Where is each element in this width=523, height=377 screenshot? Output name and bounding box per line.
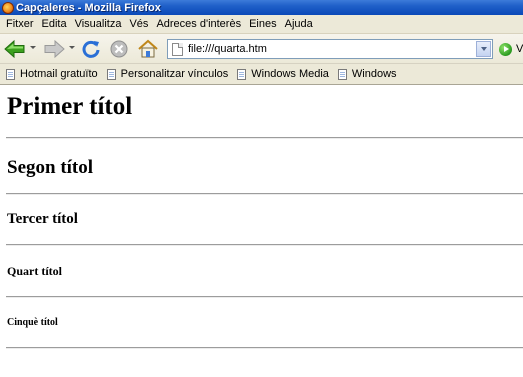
window-title: Capçaleres - Mozilla Firefox xyxy=(16,1,161,14)
reload-icon xyxy=(82,40,100,58)
bookmark-page-icon xyxy=(237,68,247,80)
forward-arrow-icon xyxy=(44,39,65,59)
url-history-dropdown[interactable] xyxy=(476,41,491,57)
url-input[interactable] xyxy=(188,41,476,57)
bookmark-hotmail[interactable]: Hotmail gratuïto xyxy=(6,68,98,80)
heading-1: Primer títol xyxy=(7,93,133,120)
menu-ves[interactable]: Vés xyxy=(125,16,152,33)
page-content: Primer títol Segon títol Tercer títol Qu… xyxy=(0,86,523,377)
chevron-down-icon xyxy=(480,47,487,51)
reload-button[interactable] xyxy=(79,37,103,61)
go-arrow-icon xyxy=(499,42,512,56)
forward-history-dropdown[interactable] xyxy=(69,46,75,49)
horizontal-rule xyxy=(6,244,523,246)
bookmark-page-icon xyxy=(337,68,347,80)
menu-visualitza[interactable]: Visualitza xyxy=(71,16,126,33)
menu-fitxer[interactable]: Fitxer xyxy=(2,16,38,33)
bookmark-label: Hotmail gratuïto xyxy=(20,68,98,80)
stop-icon xyxy=(110,40,128,58)
heading-3: Tercer títol xyxy=(7,211,78,227)
menu-edita[interactable]: Edita xyxy=(38,16,71,33)
horizontal-rule xyxy=(6,296,523,298)
horizontal-rule xyxy=(6,193,523,195)
bookmark-windows[interactable]: Windows xyxy=(337,68,397,80)
go-label: V xyxy=(516,43,523,55)
back-history-dropdown[interactable] xyxy=(30,46,36,49)
menu-eines[interactable]: Eines xyxy=(245,16,281,33)
back-arrow-icon xyxy=(4,39,25,59)
bookmark-windows-media[interactable]: Windows Media xyxy=(237,68,329,80)
bookmark-label: Windows Media xyxy=(251,68,329,80)
forward-button[interactable] xyxy=(42,37,66,61)
heading-2: Segon títol xyxy=(7,157,94,178)
home-icon xyxy=(138,39,158,58)
horizontal-rule xyxy=(6,137,523,139)
bookmark-label: Windows xyxy=(351,68,397,80)
page-icon xyxy=(172,42,183,56)
address-bar[interactable] xyxy=(167,39,493,59)
bookmarks-toolbar: Hotmail gratuïto Personalitzar vínculos … xyxy=(0,64,523,85)
title-bar: Capçaleres - Mozilla Firefox xyxy=(0,0,523,15)
firefox-logo-icon xyxy=(2,1,14,14)
menu-adreces[interactable]: Adreces d'interès xyxy=(152,16,245,33)
horizontal-rule xyxy=(6,347,523,349)
back-button[interactable] xyxy=(3,37,27,61)
bookmark-page-icon xyxy=(6,68,15,80)
menu-ajuda[interactable]: Ajuda xyxy=(281,16,317,33)
navigation-toolbar: V xyxy=(0,34,523,64)
heading-5: Cinquè títol xyxy=(7,317,58,328)
bookmark-label: Personalitzar vínculos xyxy=(120,68,229,80)
heading-4: Quart títol xyxy=(7,264,62,278)
menu-bar: Fitxer Edita Visualitza Vés Adreces d'in… xyxy=(0,15,523,34)
go-button[interactable]: V xyxy=(499,41,523,57)
stop-button[interactable] xyxy=(107,37,131,61)
bookmark-personalitzar[interactable]: Personalitzar vínculos xyxy=(106,68,229,80)
home-button[interactable] xyxy=(136,37,160,61)
bookmark-page-icon xyxy=(106,68,116,80)
